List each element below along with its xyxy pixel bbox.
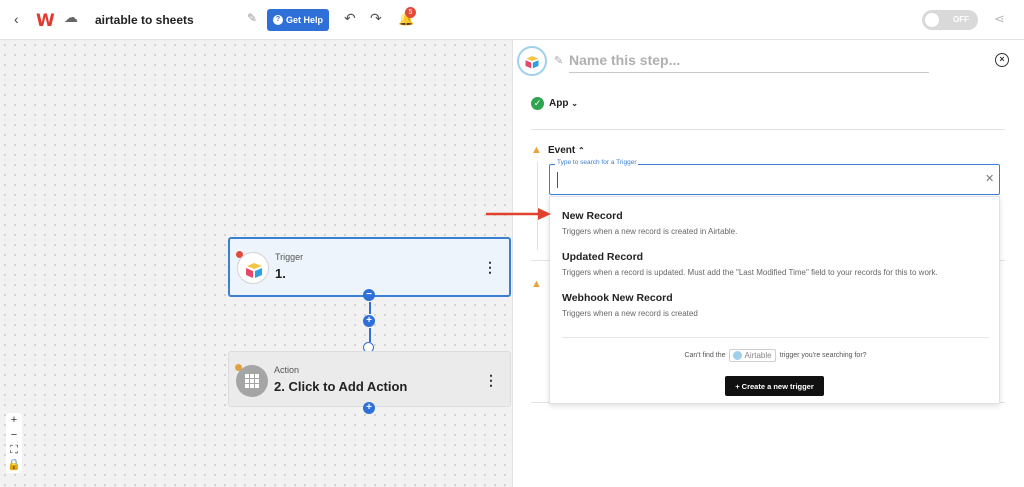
trigger-search-input[interactable]	[557, 172, 977, 188]
toggle-label: OFF	[953, 15, 969, 24]
help-question-icon: ?	[272, 15, 283, 25]
chevron-up-icon: ⌃	[578, 146, 585, 155]
step-name-underline	[569, 72, 929, 73]
action-node[interactable]: Action 2. Click to Add Action ⋮	[228, 351, 511, 407]
fit-view-icon[interactable]: ⛶	[6, 443, 22, 458]
trigger-node-label: Trigger	[275, 252, 304, 262]
check-circle-icon: ✓	[531, 97, 544, 110]
get-help-label: Get Help	[285, 15, 323, 25]
cant-find-prefix: Can't find the	[684, 352, 726, 359]
trigger-options-dropdown: New Record Triggers when a new record is…	[549, 196, 1000, 404]
option-description: Triggers when a new record is created	[562, 309, 698, 318]
cloud-icon: ☁	[64, 9, 78, 25]
step-name-input[interactable]: Name this step...	[569, 52, 680, 68]
trigger-search-legend: Type to search for a Trigger	[555, 159, 639, 166]
create-new-trigger-button[interactable]: + Create a new trigger	[725, 376, 824, 396]
airtable-app-icon	[517, 46, 547, 76]
zoom-controls: + − ⛶ 🔒	[6, 413, 22, 473]
step-name-pencil-icon: ✎	[554, 55, 564, 67]
trigger-node[interactable]: Trigger 1. ⋮	[228, 237, 511, 297]
option-description: Triggers when a record is updated. Must …	[562, 268, 938, 277]
option-description: Triggers when a new record is created in…	[562, 227, 738, 236]
airtable-app-icon	[237, 252, 269, 284]
trigger-node-menu-icon[interactable]: ⋮	[483, 259, 497, 276]
app-chip-label: Airtable	[744, 351, 772, 360]
app-chip: Airtable	[729, 349, 776, 362]
warning-icon: ▲	[531, 144, 542, 156]
lock-icon[interactable]: 🔒	[6, 458, 22, 473]
trigger-option-updated-record[interactable]: Updated Record Triggers when a record is…	[562, 251, 938, 277]
event-section-toggle[interactable]: Event ⌃	[548, 145, 585, 156]
share-icon[interactable]: ⋖	[994, 11, 1005, 27]
app-section-toggle[interactable]: App ⌄	[549, 98, 578, 109]
warning-icon: ▲	[531, 278, 542, 290]
divider	[531, 129, 1005, 130]
edit-title-pencil-icon[interactable]: ✎	[247, 11, 257, 25]
back-chevron-icon[interactable]: ‹	[14, 11, 19, 27]
annotation-arrow-icon	[486, 208, 551, 220]
workflow-on-off-toggle[interactable]: OFF	[922, 10, 978, 30]
workflow-canvas[interactable]: Trigger 1. ⋮ − + Action 2. Click to Add …	[0, 40, 512, 487]
trigger-node-title: 1.	[275, 266, 286, 281]
option-title: Updated Record	[562, 251, 644, 263]
trigger-option-webhook-new-record[interactable]: Webhook New Record Triggers when a new r…	[562, 292, 698, 318]
redo-icon[interactable]: ↷	[370, 10, 382, 27]
chevron-down-icon: ⌄	[571, 99, 578, 108]
cant-find-trigger-text: Can't find the Airtable trigger you're s…	[550, 349, 1001, 362]
apps-grid-icon	[236, 365, 268, 397]
connector-line	[369, 302, 371, 314]
option-title: New Record	[562, 210, 623, 222]
add-step-plus-icon[interactable]: −	[363, 289, 375, 301]
insert-step-plus-icon[interactable]: +	[363, 315, 375, 327]
add-next-step-plus-icon[interactable]: +	[363, 402, 375, 414]
option-title: Webhook New Record	[562, 292, 673, 304]
get-help-button[interactable]: ? Get Help	[267, 9, 329, 31]
divider	[562, 337, 989, 338]
clear-search-icon[interactable]: ✕	[985, 172, 994, 185]
action-node-label: Action	[274, 365, 300, 375]
toggle-knob	[925, 13, 939, 27]
brand-logo[interactable]: W	[36, 11, 55, 31]
action-node-title: 2. Click to Add Action	[274, 379, 408, 394]
undo-icon[interactable]: ↶	[344, 10, 356, 27]
event-section-label: Event	[548, 145, 576, 156]
connector-line	[369, 328, 371, 342]
airtable-app-icon	[733, 351, 743, 360]
top-bar: ‹ W ☁ airtable to sheets ✎ ? Get Help ↶ …	[0, 0, 1024, 40]
zoom-in-icon[interactable]: +	[6, 413, 22, 428]
cant-find-suffix: trigger you're searching for?	[779, 352, 867, 359]
zoom-out-icon[interactable]: −	[6, 428, 22, 443]
close-panel-icon[interactable]: ×	[995, 53, 1009, 67]
action-node-menu-icon[interactable]: ⋮	[484, 372, 498, 389]
section-guide-line	[537, 162, 538, 250]
workflow-title[interactable]: airtable to sheets	[95, 13, 194, 27]
notification-badge: 5	[405, 7, 416, 18]
app-section-label: App	[549, 98, 569, 109]
step-config-panel: ✎ Name this step... × ✓ App ⌄ ▲ Event ⌃ …	[512, 40, 1024, 487]
trigger-option-new-record[interactable]: New Record Triggers when a new record is…	[562, 210, 737, 236]
